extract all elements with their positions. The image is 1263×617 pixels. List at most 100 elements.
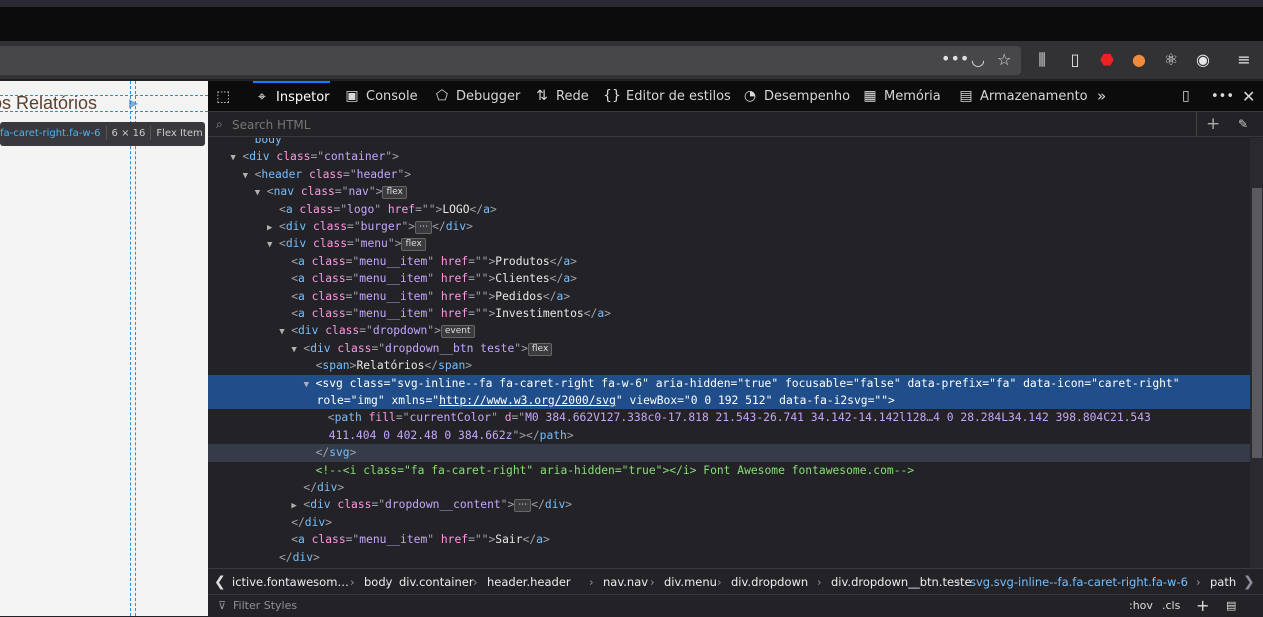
breadcrumb-item[interactable]: div.dropdown__btn.teste [831, 569, 972, 595]
page-actions-icon[interactable]: ••• [941, 49, 969, 68]
markup-token: header [261, 167, 310, 181]
markup-node[interactable]: body [208, 138, 1250, 148]
markup-token: class [276, 150, 311, 164]
markup-node[interactable]: <a class="menu__item" href="">Investimen… [208, 305, 1250, 322]
tab-debugger[interactable]: ⬠ Debugger [433, 81, 520, 112]
markup-token: href [440, 307, 469, 320]
cls-toggle[interactable]: .cls [1162, 595, 1180, 617]
more-tools-icon[interactable]: » [1097, 81, 1106, 112]
markup-node[interactable]: <a class="logo" href="">LOGO</a> [208, 201, 1250, 218]
markup-token: =" [347, 220, 361, 233]
markup-node[interactable]: <!--<i class="fa fa-caret-right" aria-hi… [208, 462, 1250, 479]
breadcrumb-right-arrow[interactable]: ❯ [1243, 569, 1255, 595]
markup-node[interactable]: </div> [208, 479, 1250, 496]
markup-node[interactable]: ▶ <div class="dropdown__content"> ⋯ </div> [208, 496, 1250, 513]
markup-token: </ [291, 515, 305, 529]
markup-node[interactable]: ▶ <div class="burger"> ⋯ </div> [208, 218, 1250, 235]
markup-node[interactable]: ▼ <div class="container"> [208, 148, 1250, 165]
style-editor-icon: {} [603, 88, 621, 104]
responsive-design-icon[interactable]: ▯ [1182, 81, 1190, 112]
search-html-input[interactable] [232, 115, 1172, 134]
markup-node[interactable]: ▼ <nav class="nav"> flex [208, 183, 1250, 200]
markup-node[interactable]: ▼ <div class="dropdown"> event [208, 322, 1250, 339]
markup-node[interactable]: role="img" xmlns="http://www.w3.org/2000… [208, 392, 1250, 410]
breadcrumb-item[interactable]: svg.svg-inline--fa.fa-caret-right.fa-w-6 [970, 569, 1188, 595]
tab-rede[interactable]: ⇅ Rede [533, 81, 589, 112]
tab-inspetor[interactable]: ⌖ Inspetor [253, 81, 330, 112]
add-rule-icon[interactable]: + [1196, 595, 1209, 617]
node-badge[interactable]: ⋯ [514, 499, 532, 513]
scrollbar[interactable] [1250, 138, 1263, 568]
markup-token: > [349, 446, 357, 460]
hov-toggle[interactable]: :hov [1129, 595, 1153, 617]
tab-desempenho[interactable]: ◔ Desempenho [741, 81, 850, 112]
markup-token: LOGO [442, 202, 470, 216]
markup-token: "> [500, 498, 515, 512]
markup-node[interactable]: </div> [208, 514, 1250, 531]
tab-label: Armazenamento [980, 89, 1088, 104]
scrollbar-thumb[interactable] [1252, 188, 1262, 458]
add-node-icon[interactable]: + [1206, 112, 1220, 137]
markup-node[interactable]: <path fill="currentColor" d="M0 384.662V… [208, 409, 1250, 426]
breadcrumb-item[interactable]: div.menu [664, 569, 717, 595]
tab-armazenamento[interactable]: ▤ Armazenamento [957, 81, 1088, 112]
markup-node[interactable]: </div> [208, 549, 1250, 566]
node-badge[interactable]: event [440, 325, 475, 339]
tab-console[interactable]: ▣ Console [343, 81, 417, 112]
tab-editor-de-estilos[interactable]: {} Editor de estilos [603, 81, 731, 112]
markup-node[interactable]: ▼ <div class="dropdown__btn teste"> flex [208, 340, 1250, 357]
markup-token: </ [315, 446, 330, 460]
close-icon[interactable]: ✕ [1242, 81, 1255, 112]
node-badge[interactable]: ⋯ [415, 221, 433, 234]
node-badge[interactable]: flex [382, 186, 407, 200]
markup-node[interactable]: </svg> [208, 444, 1250, 462]
breadcrumb-item[interactable]: div.dropdown [731, 569, 808, 595]
markup-node[interactable]: <a class="menu__item" href="">Produtos</… [208, 253, 1250, 270]
markup-token: =""> [867, 394, 895, 407]
markup-token: menu__item [359, 307, 428, 320]
markup-token: d [504, 411, 512, 425]
search-icon: ⌕ [216, 117, 223, 131]
pocket-icon[interactable]: ◡ [971, 50, 985, 69]
hamburger-menu-icon[interactable]: ≡ [1234, 50, 1254, 69]
node-badge[interactable]: flex [401, 238, 426, 252]
node-badge[interactable]: flex [527, 342, 553, 356]
devtools-menu-icon[interactable]: ••• [1211, 81, 1234, 112]
tab-memória[interactable]: ▦ Memória [861, 81, 940, 112]
eyedropper-icon[interactable]: ✎ [1238, 112, 1248, 137]
markup-node[interactable]: <a class="menu__item" href="">Sair</a> [208, 531, 1250, 548]
markup-token: class [300, 185, 335, 199]
markup-node[interactable]: <a class="menu__item" href="">Clientes</… [208, 270, 1250, 287]
link[interactable]: http://www.w3.org/2000/svg [439, 394, 616, 407]
breadcrumb-item[interactable]: div.container [399, 569, 474, 595]
markup-node[interactable]: <a class="menu__item" href="">Pedidos</a… [208, 288, 1250, 305]
markup-token: class [337, 341, 372, 355]
markup-node[interactable]: ▼ <header class="header"> [208, 166, 1250, 183]
react-devtools-icon[interactable]: ⚛ [1161, 50, 1181, 69]
filter-styles-input[interactable]: Filter Styles [233, 595, 297, 617]
print-simulation-icon[interactable]: ▤ [1226, 595, 1236, 617]
ublock-icon[interactable]: ⬣ [1097, 50, 1117, 69]
library-icon[interactable]: ⫼ [1032, 50, 1052, 70]
markup-node[interactable]: ▼ <svg class="svg-inline--fa fa-caret-rig… [208, 374, 1250, 392]
account-icon[interactable]: ◉ [1193, 50, 1213, 69]
url-bar[interactable]: ••• ◡ ☆ [0, 46, 1021, 75]
markup-token: 0 0 192 512 [690, 394, 766, 407]
memory-icon: ▦ [863, 88, 877, 104]
breadcrumb-item[interactable]: header.header [487, 569, 571, 595]
markup-node[interactable]: ▼ <div class="menu"> flex [208, 235, 1250, 252]
markup-token: fa [995, 376, 1010, 390]
markup-node[interactable]: 411.404 0 402.48 0 384.662z"></path> [208, 427, 1250, 444]
breadcrumb-item[interactable]: path [1210, 569, 1236, 595]
extension-orange-icon[interactable]: ● [1129, 50, 1149, 69]
markup-token: aria-hidden [655, 376, 731, 390]
element-picker-icon[interactable]: ⬚ [216, 81, 230, 112]
sidebar-icon[interactable]: ▯ [1065, 50, 1085, 69]
breadcrumb-item[interactable]: ictive.fontawesom… [232, 569, 349, 595]
markup-node[interactable]: <span>Relatórios</span> [208, 357, 1250, 374]
markup-token: " [1172, 376, 1180, 390]
markup-token: </ [531, 498, 545, 512]
breadcrumb-left-arrow[interactable]: ❮ [214, 569, 226, 595]
breadcrumb-item[interactable]: nav.nav [603, 569, 648, 595]
bookmark-star-icon[interactable]: ☆ [997, 50, 1011, 69]
